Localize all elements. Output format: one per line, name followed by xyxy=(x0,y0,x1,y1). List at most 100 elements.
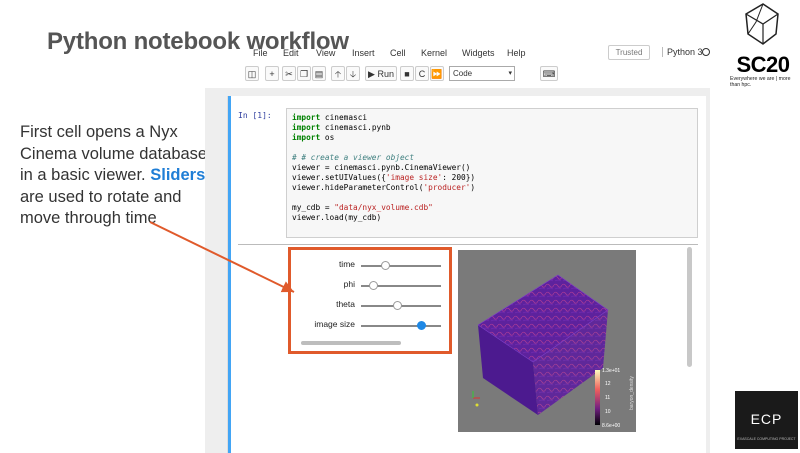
menu-cell[interactable]: Cell xyxy=(390,48,406,58)
slider-theta[interactable]: theta xyxy=(291,299,451,313)
code-line-10: my_cdb = "data/nyx_volume.cdb" xyxy=(292,203,433,212)
caption-highlight: Sliders xyxy=(150,166,206,184)
slider-label-theta: theta xyxy=(336,299,355,309)
code-keyword: import xyxy=(292,133,321,142)
horizontal-scrollbar[interactable] xyxy=(301,341,401,345)
code-comment: # # create a viewer object xyxy=(292,153,415,162)
slider-track[interactable] xyxy=(361,281,441,290)
volume-render-image: 1.3e+01 12 11 10 8.6e+00 baryon_density xyxy=(458,250,636,432)
notebook-page: In [1]: import cinemasci import cinemasc… xyxy=(227,96,706,453)
sc20-tagline: Everywhere we are | more than hpc. xyxy=(730,76,791,88)
ecp-subtitle: EXASCALE COMPUTING PROJECT xyxy=(737,437,796,441)
copy-icon: ❐ xyxy=(299,69,309,79)
kernel-status-icon xyxy=(702,48,710,56)
restart-icon: C xyxy=(418,69,426,79)
save-button[interactable]: ◫ xyxy=(245,66,259,81)
sc20-emblem-icon xyxy=(745,3,779,45)
move-up-button[interactable]: 🡡 xyxy=(331,66,345,81)
code-line-7: viewer.setUIValues({'image size': 200}) xyxy=(292,173,476,182)
colorbar xyxy=(595,370,600,425)
insert-cell-button[interactable]: + xyxy=(265,66,279,81)
slider-controls-highlight: time phi theta image size xyxy=(288,247,452,354)
run-button[interactable]: ▶ Run xyxy=(365,66,397,81)
sc20-logo: SC20 Everywhere we are | more than hpc. xyxy=(726,0,800,92)
code-string: 'image size' xyxy=(385,173,443,182)
code-text: import cinemasci import cinemasci.pynb i… xyxy=(292,113,692,223)
ecp-logo: ECP EXASCALE COMPUTING PROJECT xyxy=(735,391,798,449)
slider-time[interactable]: time xyxy=(291,259,451,273)
slider-knob[interactable] xyxy=(392,301,402,310)
plus-icon: + xyxy=(269,69,275,79)
slider-knob[interactable] xyxy=(416,321,426,330)
fast-forward-icon: ⏩ xyxy=(431,69,443,79)
code-keyword: import xyxy=(292,113,321,122)
code-line-1: cinemasci xyxy=(324,113,368,122)
slider-phi[interactable]: phi xyxy=(291,279,451,293)
code-line-11: viewer.load(my_cdb) xyxy=(292,213,382,222)
slider-track[interactable] xyxy=(361,261,441,270)
axis-origin-icon xyxy=(475,403,479,407)
slider-knob[interactable] xyxy=(380,261,390,270)
slider-track[interactable] xyxy=(361,321,441,330)
cell-type-value: Code xyxy=(453,69,473,78)
volume-cube-graphic xyxy=(472,274,609,425)
colorbar-min-label: 8.6e+00 xyxy=(602,423,621,429)
ecp-wordmark: ECP xyxy=(750,411,783,427)
colorbar-title: baryon_density xyxy=(629,376,635,410)
menu-widgets[interactable]: Widgets xyxy=(462,48,495,58)
arrow-down-icon: 🡣 xyxy=(349,69,357,79)
sc20-wordmark: SC20 xyxy=(736,52,790,77)
arrow-up-icon: 🡡 xyxy=(334,69,342,79)
jupyter-notebook: File Edit View Insert Cell Kernel Widget… xyxy=(205,42,710,453)
cell-type-select[interactable]: Code ▾ xyxy=(449,66,515,81)
code-line-2: cinemasci.pynb xyxy=(324,123,391,132)
output-area: time phi theta image size 1.3e+01 12 11 … xyxy=(238,244,698,445)
input-prompt: In [1]: xyxy=(238,111,272,120)
menu-view[interactable]: View xyxy=(316,48,335,58)
code-cell-editor[interactable]: import cinemasci import cinemasci.pynb i… xyxy=(286,108,698,238)
code-line-3: os xyxy=(324,133,335,142)
keyboard-icon: ⌨ xyxy=(542,69,556,79)
colorbar-tick: 12 xyxy=(605,381,611,387)
paste-icon: ▤ xyxy=(314,69,324,79)
menu-help[interactable]: Help xyxy=(507,48,526,58)
stop-icon: ■ xyxy=(404,69,410,79)
menu-insert[interactable]: Insert xyxy=(352,48,375,58)
menu-kernel[interactable]: Kernel xyxy=(421,48,447,58)
caption-text-post: are used to rotate and move through time xyxy=(20,187,182,228)
restart-run-all-button[interactable]: ⏩ xyxy=(430,66,444,81)
code-keyword: import xyxy=(292,123,321,132)
colorbar-tick: 10 xyxy=(605,409,611,415)
slide-caption: First cell opens a Nyx Cinema volume dat… xyxy=(20,122,210,230)
trusted-badge[interactable]: Trusted xyxy=(608,45,650,60)
colorbar-max-label: 1.3e+01 xyxy=(602,368,621,374)
code-line-6: viewer = cinemasci.pynb.CinemaViewer() xyxy=(292,163,471,172)
interrupt-button[interactable]: ■ xyxy=(400,66,414,81)
kernel-name: Python 3 xyxy=(662,47,703,57)
code-string: "data/nyx_volume.cdb" xyxy=(334,203,433,212)
scissors-icon: ✂ xyxy=(285,69,293,79)
code-line-8: viewer.hideParameterControl('producer') xyxy=(292,183,476,192)
slider-image-size[interactable]: image size xyxy=(291,319,451,333)
paste-button[interactable]: ▤ xyxy=(312,66,326,81)
slider-label-phi: phi xyxy=(343,279,355,289)
colorbar-tick: 11 xyxy=(605,395,611,401)
vertical-scrollbar[interactable] xyxy=(687,247,692,367)
notebook-body: In [1]: import cinemasci import cinemasc… xyxy=(205,88,710,453)
cut-button[interactable]: ✂ xyxy=(282,66,296,81)
selected-cell-indicator xyxy=(228,96,231,453)
menu-file[interactable]: File xyxy=(253,48,268,58)
slider-label-image-size: image size xyxy=(314,319,355,329)
slider-track[interactable] xyxy=(361,301,441,310)
code-string: 'producer' xyxy=(423,183,471,192)
move-down-button[interactable]: 🡣 xyxy=(346,66,360,81)
menu-edit[interactable]: Edit xyxy=(283,48,299,58)
restart-button[interactable]: C xyxy=(415,66,429,81)
copy-button[interactable]: ❐ xyxy=(297,66,311,81)
slider-knob[interactable] xyxy=(368,281,378,290)
chevron-down-icon: ▾ xyxy=(508,70,512,77)
slider-label-time: time xyxy=(338,259,355,269)
menubar: File Edit View Insert Cell Kernel Widget… xyxy=(230,42,710,64)
command-palette-button[interactable]: ⌨ xyxy=(540,66,558,81)
save-icon: ◫ xyxy=(247,69,257,79)
